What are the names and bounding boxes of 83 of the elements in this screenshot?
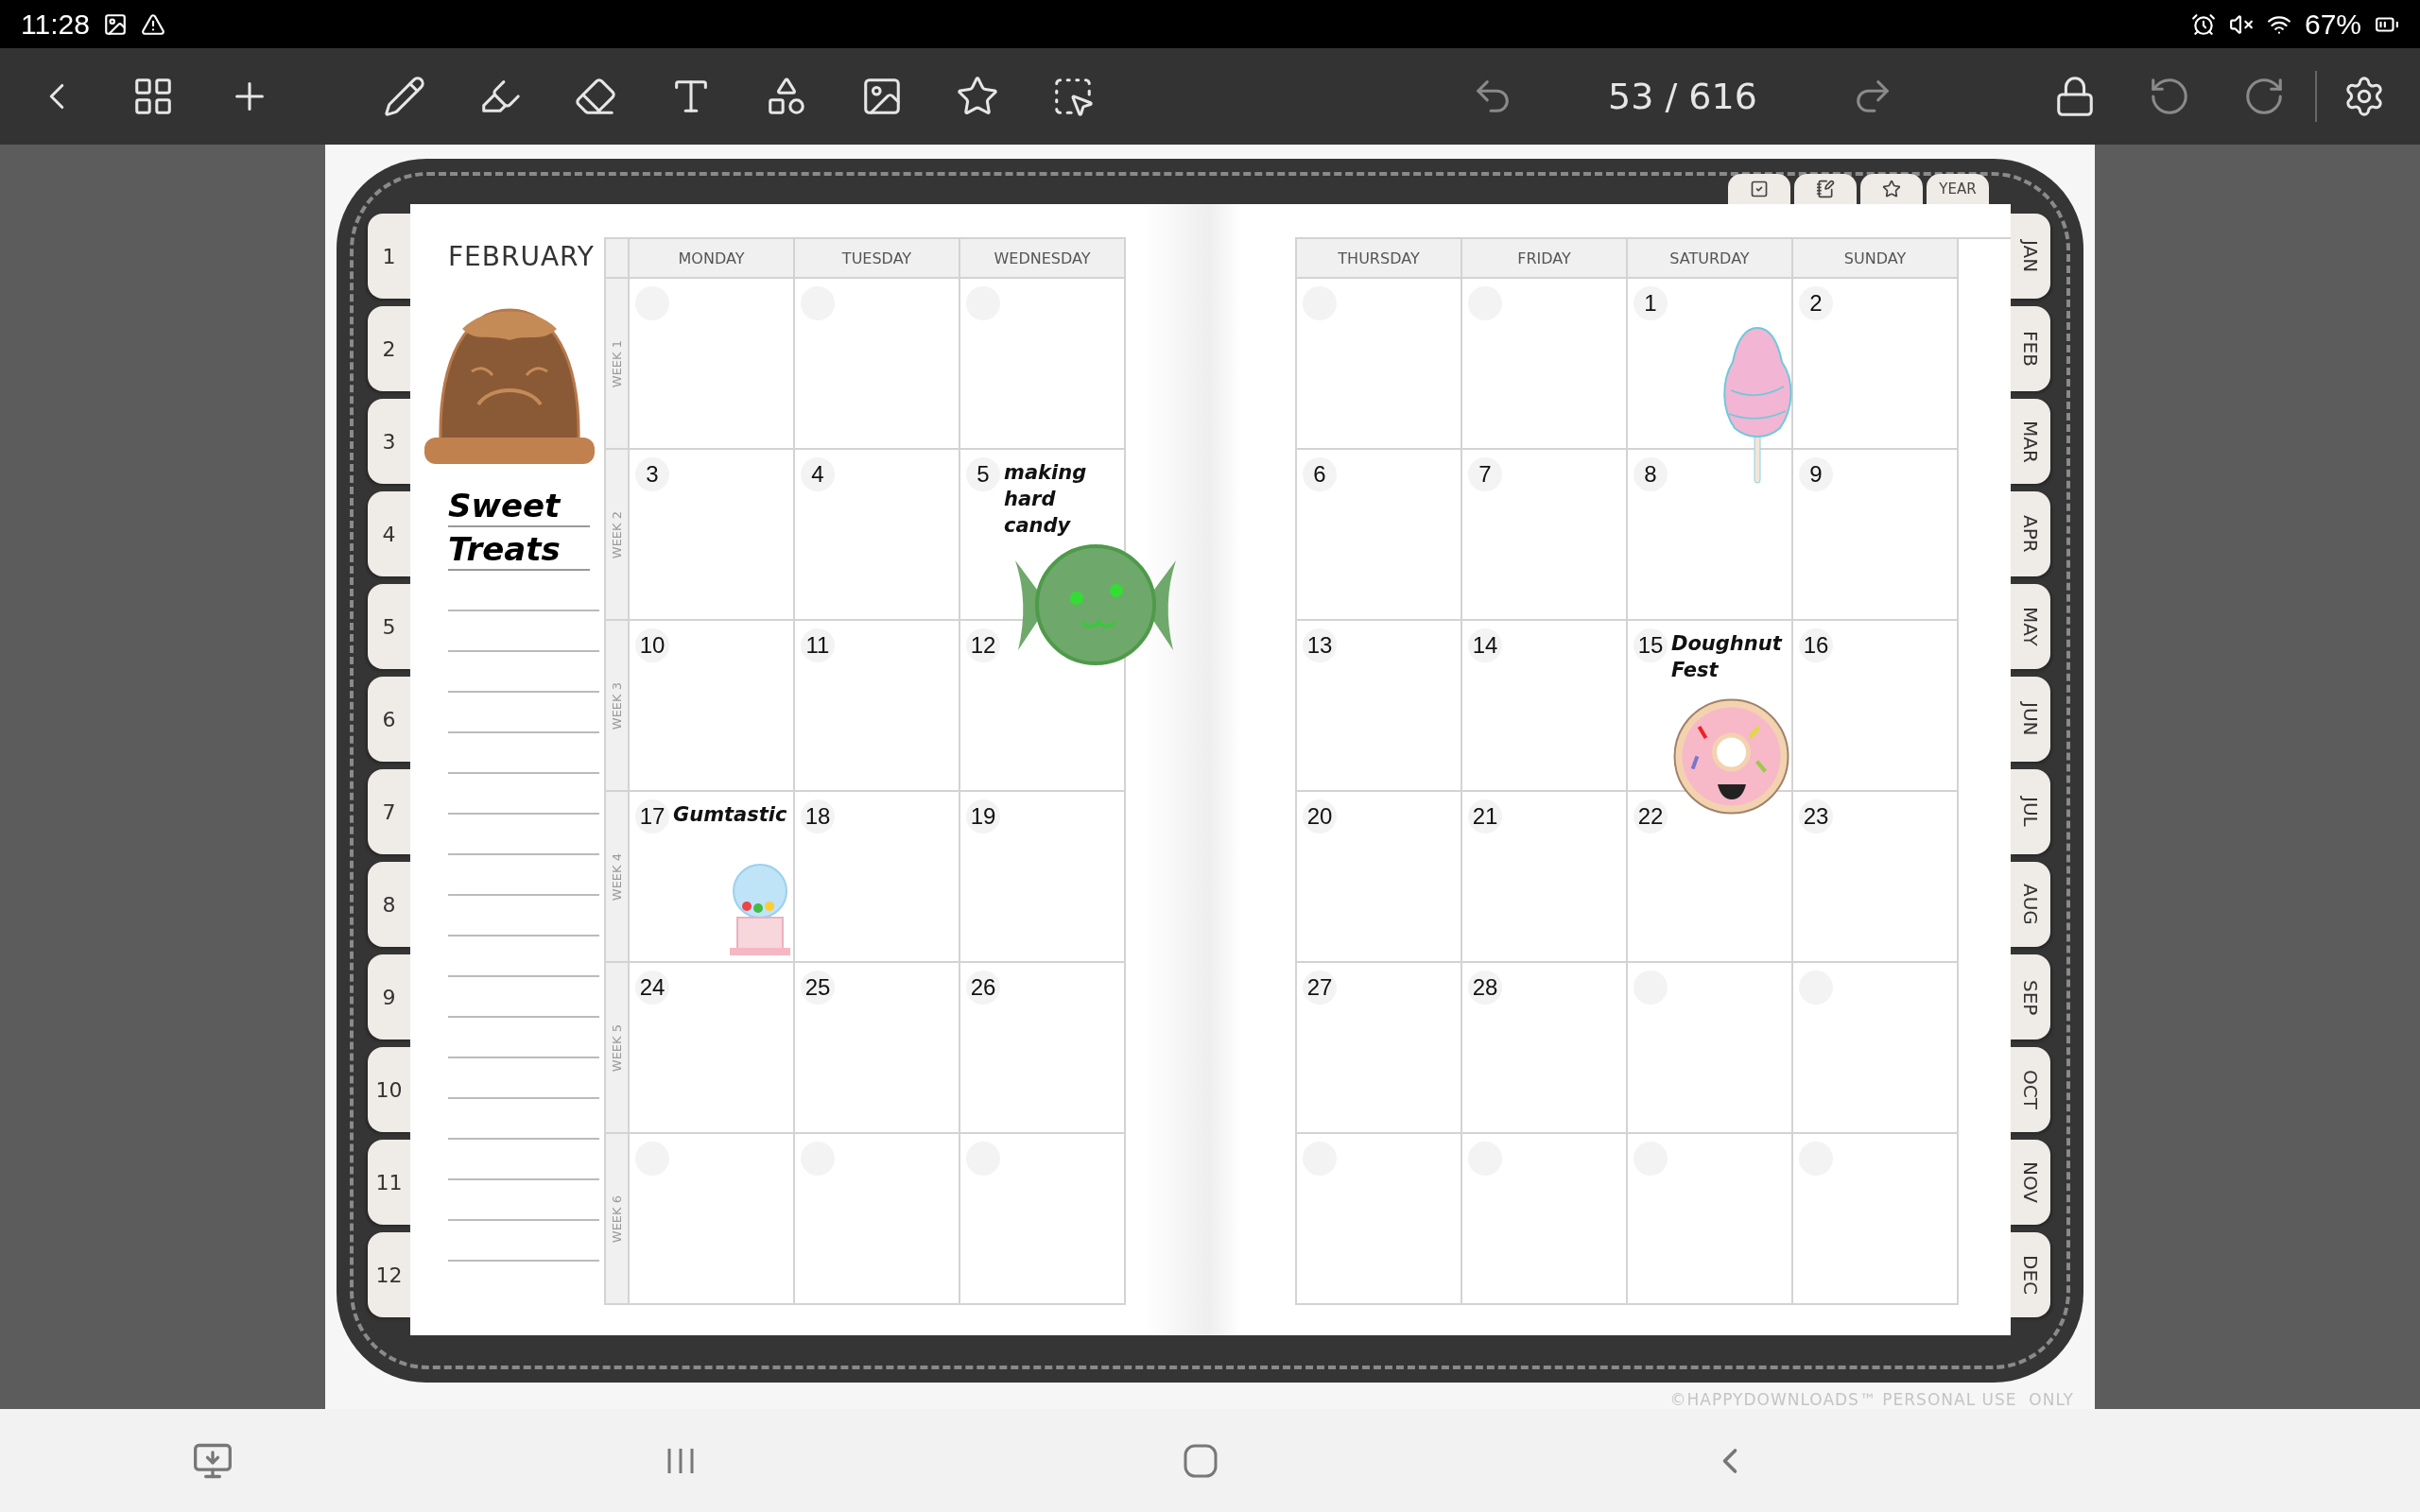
numbered-tab[interactable]: 5 (368, 584, 410, 670)
alarm-icon (2190, 11, 2216, 37)
week-label: WEEK 4 (610, 852, 624, 901)
day-number: 1 (1634, 286, 1668, 321)
weekday-header: TUESDAY (795, 239, 960, 280)
week-label: WEEK 5 (610, 1023, 624, 1072)
month-tab[interactable]: AUG (2011, 862, 2050, 948)
week-label: WEEK 3 (610, 681, 624, 730)
day-number: 14 (1468, 628, 1502, 663)
numbered-tab[interactable]: 12 (368, 1232, 410, 1318)
page-indicator: 53 / 616 (1608, 76, 1757, 118)
notepad-icon (1816, 180, 1835, 199)
month-tab[interactable]: OCT (2011, 1047, 2050, 1133)
checkbox-icon (1750, 180, 1769, 199)
numbered-tab[interactable]: 9 (368, 954, 410, 1040)
day-number: 11 (801, 628, 835, 663)
day-number: 21 (1468, 799, 1502, 834)
month-tab[interactable]: MAR (2011, 399, 2050, 485)
day-number: 15 (1634, 628, 1668, 663)
month-tab[interactable]: JUN (2011, 677, 2050, 763)
month-tab[interactable]: SEP (2011, 954, 2050, 1040)
image-icon (102, 11, 128, 37)
weekday-header: SATURDAY (1628, 239, 1793, 280)
day-number: 3 (635, 457, 669, 492)
icon-tab[interactable] (1728, 174, 1790, 205)
month-title: FEBRUARY (448, 241, 596, 273)
day-number: 24 (635, 971, 669, 1005)
week-label: WEEK 2 (610, 510, 624, 558)
day-number: 6 (1303, 457, 1337, 492)
numbered-tab[interactable]: 2 (368, 306, 410, 392)
numbered-tab[interactable]: 3 (368, 399, 410, 485)
warning-icon (140, 11, 165, 37)
clock-time: 11:28 (21, 8, 90, 41)
day-number: 2 (1799, 286, 1833, 321)
event-note: Gumtastic (673, 802, 788, 829)
month-tab[interactable]: APR (2011, 491, 2050, 577)
numbered-tab[interactable]: 4 (368, 491, 410, 577)
icon-tab[interactable] (1794, 174, 1857, 205)
numbered-tab[interactable]: 1 (368, 214, 410, 300)
month-tab[interactable]: MAY (2011, 584, 2050, 670)
month-tab[interactable]: JUL (2011, 769, 2050, 855)
battery-percentage: 67% (2304, 8, 2361, 41)
week-label: WEEK 6 (610, 1194, 624, 1243)
day-number: 23 (1799, 799, 1833, 834)
weekday-header: SUNDAY (1793, 239, 1959, 280)
month-tab[interactable]: JAN (2011, 214, 2050, 300)
day-number: 10 (635, 628, 669, 663)
month-tab[interactable]: DEC (2011, 1232, 2050, 1318)
event-note: making hard candy (1004, 460, 1088, 540)
pen-icon (383, 75, 426, 119)
day-number: 17 (635, 799, 669, 834)
numbered-tab[interactable]: 11 (368, 1140, 410, 1226)
day-number: 9 (1799, 457, 1833, 492)
day-number: 16 (1799, 628, 1833, 663)
numbered-tab[interactable]: 8 (368, 862, 410, 948)
numbered-tab[interactable]: 6 (368, 677, 410, 763)
day-number: 19 (966, 799, 1000, 834)
weekday-header: WEDNESDAY (960, 239, 1126, 280)
day-number: 5 (966, 457, 1000, 492)
day-number: 28 (1468, 971, 1502, 1005)
week-label: WEEK 1 (610, 339, 624, 387)
day-number: 20 (1303, 799, 1337, 834)
numbered-tab[interactable]: 10 (368, 1047, 410, 1133)
day-number: 26 (966, 971, 1000, 1005)
icon-tab[interactable] (1860, 174, 1923, 205)
numbered-tab[interactable]: 7 (368, 769, 410, 855)
weekday-header: FRIDAY (1462, 239, 1628, 280)
month-tab[interactable]: NOV (2011, 1140, 2050, 1226)
day-number: 12 (966, 628, 1000, 663)
day-number: 27 (1303, 971, 1337, 1005)
star-icon (1882, 180, 1901, 199)
year-tab[interactable]: YEAR (1927, 174, 1989, 205)
weekday-header: MONDAY (630, 239, 795, 280)
day-number: 18 (801, 799, 835, 834)
day-number: 25 (801, 971, 835, 1005)
weekday-header: THURSDAY (1297, 239, 1462, 280)
day-number: 22 (1634, 799, 1668, 834)
day-number: 8 (1634, 457, 1668, 492)
day-number: 4 (801, 457, 835, 492)
month-tab[interactable]: FEB (2011, 306, 2050, 392)
day-number: 7 (1468, 457, 1502, 492)
event-note: Doughnut Fest (1671, 631, 1784, 684)
day-number: 13 (1303, 628, 1337, 663)
